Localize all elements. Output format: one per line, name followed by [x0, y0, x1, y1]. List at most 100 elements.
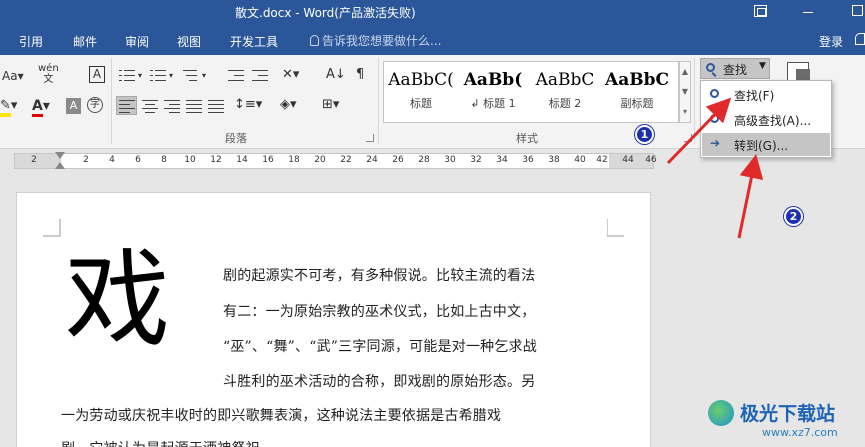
shading-button[interactable]: ◈▾: [280, 96, 297, 114]
page-corner-mark: [43, 219, 61, 237]
select-objects-icon[interactable]: [787, 62, 810, 83]
style-title[interactable]: AaBbC( 标题: [385, 62, 457, 122]
paragraph-line: 一为劳动或庆祝丰收时的即兴歌舞表演，这种说法主要依据是古希腊戏: [61, 408, 502, 424]
tab-view[interactable]: 视图: [177, 33, 201, 50]
character-shading-button[interactable]: A: [66, 98, 81, 114]
ruler-number: 32: [470, 155, 482, 165]
sort-button[interactable]: A↓: [326, 66, 346, 84]
borders-button[interactable]: ⊞▾: [322, 96, 339, 114]
paragraph-dialog-launcher[interactable]: [366, 134, 374, 142]
ruler-number: 38: [548, 155, 560, 165]
enclose-characters-button[interactable]: 字: [87, 97, 103, 113]
ruler-number: 14: [236, 155, 248, 165]
hanging-indent-marker[interactable]: [55, 162, 65, 169]
ruler-number: 36: [522, 155, 534, 165]
multilevel-list-icon[interactable]: [183, 69, 199, 83]
lightbulb-icon: [310, 35, 319, 46]
ruler-number: 30: [444, 155, 456, 165]
group-separator: [111, 58, 112, 144]
text-highlight-button[interactable]: ✎▾: [0, 97, 17, 117]
bullets-icon[interactable]: [119, 69, 135, 83]
ruler-number: 2: [83, 155, 89, 165]
ruler-number: 24: [366, 155, 378, 165]
ruler-number: 2: [31, 155, 37, 165]
paragraph-line: 有二：一为原始宗教的巫术仪式，比如上古中文，: [223, 304, 536, 320]
watermark-logo-icon: [708, 400, 734, 426]
align-right-icon[interactable]: [164, 99, 180, 113]
ruler-number: 20: [314, 155, 326, 165]
watermark: 极光下载站 www.xz7.com: [700, 396, 865, 447]
multilevel-dropdown[interactable]: ▾: [202, 67, 206, 85]
title-bar: 散文.docx - Word(产品激活失败): [0, 0, 865, 25]
ruler-number: 12: [210, 155, 222, 165]
justify-icon[interactable]: [186, 99, 202, 113]
style-subtitle[interactable]: AaBbC 副标题: [601, 62, 673, 122]
styles-dialog-launcher[interactable]: [684, 134, 692, 142]
gallery-more-icon[interactable]: ▾: [680, 102, 690, 122]
ruler-number: 28: [418, 155, 430, 165]
maximize-icon[interactable]: [852, 5, 863, 16]
style-heading-1[interactable]: AaBb( ↲ 标题 1: [457, 62, 529, 122]
document-page[interactable]: 戏 剧的起源实不可考，有多种假说。比较主流的看法 有二：一为原始宗教的巫术仪式，…: [16, 192, 651, 447]
styles-gallery[interactable]: AaBbC( 标题 AaBb( ↲ 标题 1 AaBbC 标题 2 AaBbC …: [383, 61, 679, 123]
ruler-number: 40: [574, 155, 586, 165]
minimize-icon[interactable]: [803, 12, 813, 13]
scroll-up-icon[interactable]: ▲: [680, 62, 690, 82]
menu-item-advanced-find[interactable]: 高级查找(A)...: [702, 108, 830, 131]
scroll-down-icon[interactable]: ▼: [680, 82, 690, 102]
align-left-button[interactable]: [116, 96, 137, 115]
share-icon[interactable]: [855, 33, 865, 45]
ruler-number: 22: [340, 155, 352, 165]
step-badge-1: 1: [635, 125, 654, 144]
ruler-number: 42: [596, 155, 608, 165]
menu-item-find[interactable]: 查找(F): [702, 83, 830, 106]
paragraph-group-label: 段落: [225, 132, 247, 145]
group-separator: [378, 58, 379, 144]
style-heading-2[interactable]: AaBbC 标题 2: [529, 62, 601, 122]
tab-mailings[interactable]: 邮件: [73, 33, 97, 50]
font-color-button[interactable]: A▾: [32, 97, 50, 117]
watermark-title: 极光下载站: [740, 403, 836, 425]
page-corner-mark: [607, 219, 624, 237]
login-link[interactable]: 登录: [819, 33, 843, 50]
styles-group-label: 样式: [516, 132, 538, 145]
character-border-button[interactable]: A: [89, 66, 105, 83]
window-title: 散文.docx - Word(产品激活失败): [235, 6, 416, 20]
ruler-number: 34: [496, 155, 508, 165]
numbering-icon[interactable]: [150, 69, 166, 83]
search-icon: [710, 89, 719, 98]
increase-indent-icon[interactable]: [252, 69, 268, 83]
tab-developer[interactable]: 开发工具: [230, 33, 278, 50]
ruler-number: 10: [184, 155, 196, 165]
paragraph-line: “巫”、“舞”、“武”三字同源，可能是对一种乞求战: [223, 339, 537, 355]
ruler-number: 8: [161, 155, 167, 165]
drop-cap: 戏: [65, 239, 171, 361]
numbering-dropdown[interactable]: ▾: [169, 67, 173, 85]
align-center-icon[interactable]: [142, 99, 158, 113]
step-badge-2: 2: [784, 207, 803, 226]
first-line-indent-marker[interactable]: [55, 152, 65, 159]
menu-item-goto[interactable]: ➔ 转到(G)...: [702, 133, 830, 156]
asian-layout-button[interactable]: ✕▾: [282, 66, 299, 84]
change-case-button[interactable]: Aa▾: [2, 67, 24, 85]
annotation-arrow-2: [737, 154, 764, 239]
ruler-number: 6: [135, 155, 141, 165]
horizontal-ruler[interactable]: 2 2 4 6 8 10 12 14 16 18 20 22 24 26 28 …: [14, 152, 657, 169]
bullets-dropdown[interactable]: ▾: [138, 67, 142, 85]
watermark-url: www.xz7.com: [762, 426, 838, 439]
advanced-find-icon: [710, 114, 719, 123]
tab-review[interactable]: 审阅: [125, 33, 149, 50]
distributed-icon[interactable]: [208, 99, 224, 113]
paragraph-line: 剧的起源实不可考，有多种假说。比较主流的看法: [223, 268, 536, 284]
tab-references[interactable]: 引用: [19, 33, 43, 50]
show-formatting-button[interactable]: ¶: [356, 66, 364, 84]
line-spacing-button[interactable]: ↕≡▾: [234, 96, 262, 114]
paragraph-line: 剧，它被认为是起源于酒神祭祀: [61, 438, 260, 447]
phonetic-guide-button[interactable]: wén 文: [38, 63, 59, 85]
ruler-number: 46: [645, 155, 657, 165]
ribbon-display-options-icon[interactable]: [754, 5, 767, 17]
find-button[interactable]: 查找 ▼: [700, 58, 770, 79]
tell-me-search[interactable]: 告诉我您想要做什么...: [310, 32, 441, 49]
styles-gallery-scroll[interactable]: ▲ ▼ ▾: [679, 61, 691, 123]
decrease-indent-icon[interactable]: [228, 69, 244, 83]
